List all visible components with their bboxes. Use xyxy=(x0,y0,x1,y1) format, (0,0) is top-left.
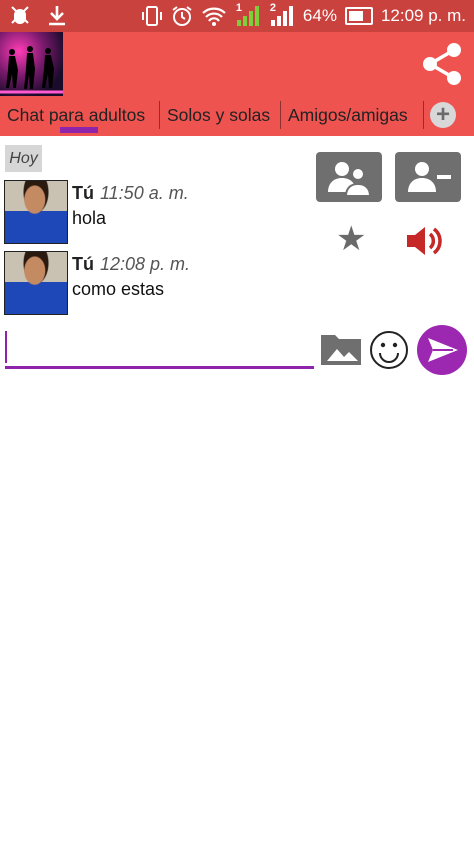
message-text: como estas xyxy=(72,279,165,299)
active-tab-indicator xyxy=(60,127,98,133)
send-button[interactable] xyxy=(417,325,467,375)
image-gallery-icon[interactable] xyxy=(319,331,363,367)
avatar[interactable] xyxy=(4,180,68,244)
person-minus-icon xyxy=(408,162,451,192)
group-icon xyxy=(328,162,372,197)
vibrate-icon xyxy=(141,6,162,26)
app-bar xyxy=(0,32,474,96)
tab-divider xyxy=(159,101,160,129)
tab-solos-y-solas[interactable]: Solos y solas xyxy=(167,96,270,136)
sim1-signal: 1 xyxy=(235,2,261,28)
share-icon[interactable] xyxy=(418,40,466,88)
tab-amigos-amigas[interactable]: Amigos/amigas xyxy=(288,96,408,136)
battery-icon xyxy=(344,7,373,25)
battery-percent: 64% xyxy=(302,6,337,25)
message-time: 12:08 p. m. xyxy=(100,254,191,274)
date-separator: Hoy xyxy=(5,145,42,172)
app-logo[interactable] xyxy=(0,32,63,96)
emoji-icon[interactable] xyxy=(368,329,410,371)
bug-icon xyxy=(11,6,29,24)
message-sender: Tú xyxy=(72,183,94,203)
send-icon xyxy=(428,338,458,362)
tab-divider xyxy=(423,101,424,129)
dancers-image xyxy=(0,46,63,94)
status-bar: 1 2 64% 12:09 p. m. xyxy=(0,0,474,32)
message-header: Tú 11:50 a. m. xyxy=(72,183,189,204)
status-time: 12:09 p. m. xyxy=(380,6,466,25)
message-time: 11:50 a. m. xyxy=(100,183,189,203)
favorite-star-icon[interactable]: ★ xyxy=(336,222,366,256)
remove-user-button[interactable] xyxy=(395,152,461,202)
speaker-icon[interactable] xyxy=(404,224,444,258)
wifi-icon xyxy=(202,7,226,26)
text-cursor xyxy=(5,331,7,363)
users-list-button[interactable] xyxy=(316,152,382,202)
sim2-label: 2 xyxy=(269,2,277,14)
alarm-icon xyxy=(172,6,192,26)
download-icon xyxy=(49,6,65,26)
message-header: Tú 12:08 p. m. xyxy=(72,254,190,275)
message-input[interactable] xyxy=(5,328,314,369)
avatar[interactable] xyxy=(4,251,68,315)
sim1-label: 1 xyxy=(235,2,243,14)
add-tab-button[interactable]: + xyxy=(430,102,456,128)
sim2-signal: 2 xyxy=(269,2,295,28)
message-sender: Tú xyxy=(72,254,94,274)
message-text: hola xyxy=(72,208,107,228)
tab-divider xyxy=(280,101,281,129)
